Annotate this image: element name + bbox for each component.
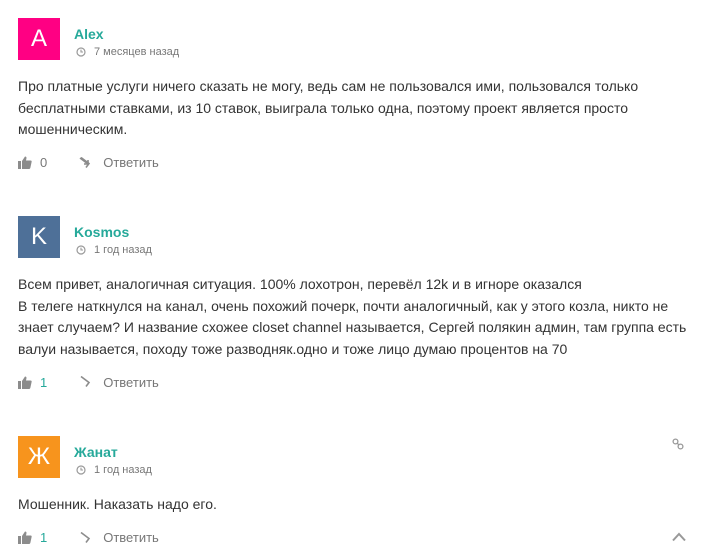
- reply-arrow-icon: [80, 376, 91, 387]
- comment-meta: Alex 7 месяцев назад: [74, 18, 179, 58]
- reply-button[interactable]: Ответить: [79, 530, 159, 545]
- reply-button[interactable]: Ответить: [79, 155, 159, 170]
- clock-icon: [76, 47, 86, 57]
- reply-label: Ответить: [103, 374, 159, 390]
- comment-meta: Kosmos 1 год назад: [74, 216, 152, 256]
- author-name[interactable]: Kosmos: [74, 224, 152, 240]
- reply-label: Ответить: [103, 530, 159, 545]
- author-name[interactable]: Жанат: [74, 444, 152, 460]
- like-count: 0: [40, 155, 48, 170]
- reply-arrow-icon: [80, 531, 91, 543]
- like-button[interactable]: 1: [18, 375, 47, 390]
- like-count: 1: [40, 374, 48, 390]
- comment-actions: 1 Ответить: [18, 528, 688, 548]
- reply-button[interactable]: Ответить: [79, 375, 159, 390]
- link-icon[interactable]: [672, 438, 684, 450]
- comment-text: Про платные услуги ничего сказать не мог…: [18, 78, 639, 137]
- comment-actions: 1 Ответить: [18, 372, 688, 392]
- clock-icon: [76, 465, 86, 475]
- avatar: Ж: [18, 436, 60, 478]
- comment-header: K Kosmos 1 год назад: [18, 216, 688, 260]
- comment-date: 1 год назад: [76, 244, 152, 256]
- comment-header: Ж Жанат 1 год назад: [18, 436, 688, 480]
- avatar: K: [18, 216, 60, 258]
- comment-text: Всем привет, аналогичная ситуация. 100% …: [18, 274, 688, 360]
- thumbs-up-icon: [18, 531, 32, 544]
- comment-text-line: Всем привет, аналогичная ситуация. 100% …: [18, 276, 582, 292]
- thumbs-up-icon: [18, 376, 32, 389]
- comment-date: 1 год назад: [76, 464, 152, 476]
- comment: Ж Жанат 1 год назад Мошенник. Наказать н…: [18, 436, 688, 548]
- comment-meta: Жанат 1 год назад: [74, 436, 152, 476]
- comment: K Kosmos 1 год назад Всем привет, аналог…: [18, 216, 688, 392]
- comment-header: A Alex 7 месяцев назад: [18, 18, 688, 62]
- author-name[interactable]: Alex: [74, 26, 179, 42]
- thumbs-up-icon: [18, 156, 32, 169]
- like-button[interactable]: 0: [18, 155, 47, 170]
- comment: A Alex 7 месяцев назад Про платные услуг…: [18, 18, 688, 173]
- like-button[interactable]: 1: [18, 530, 47, 545]
- date-text: 1 год назад: [94, 244, 152, 256]
- avatar: A: [18, 18, 60, 60]
- like-count: 1: [40, 530, 48, 545]
- reply-arrow-icon: [79, 156, 91, 168]
- date-text: 7 месяцев назад: [94, 46, 180, 58]
- chevron-up-icon[interactable]: [672, 532, 686, 542]
- comment-text: Мошенник. Наказать надо его.: [18, 496, 217, 512]
- reply-label: Ответить: [103, 155, 159, 170]
- clock-icon: [76, 245, 86, 255]
- date-text: 1 год назад: [94, 464, 152, 476]
- comment-date: 7 месяцев назад: [76, 46, 179, 58]
- comment-actions: 0 Ответить: [18, 153, 688, 173]
- comment-text-line: В телеге наткнулся на канал, очень похож…: [18, 297, 687, 357]
